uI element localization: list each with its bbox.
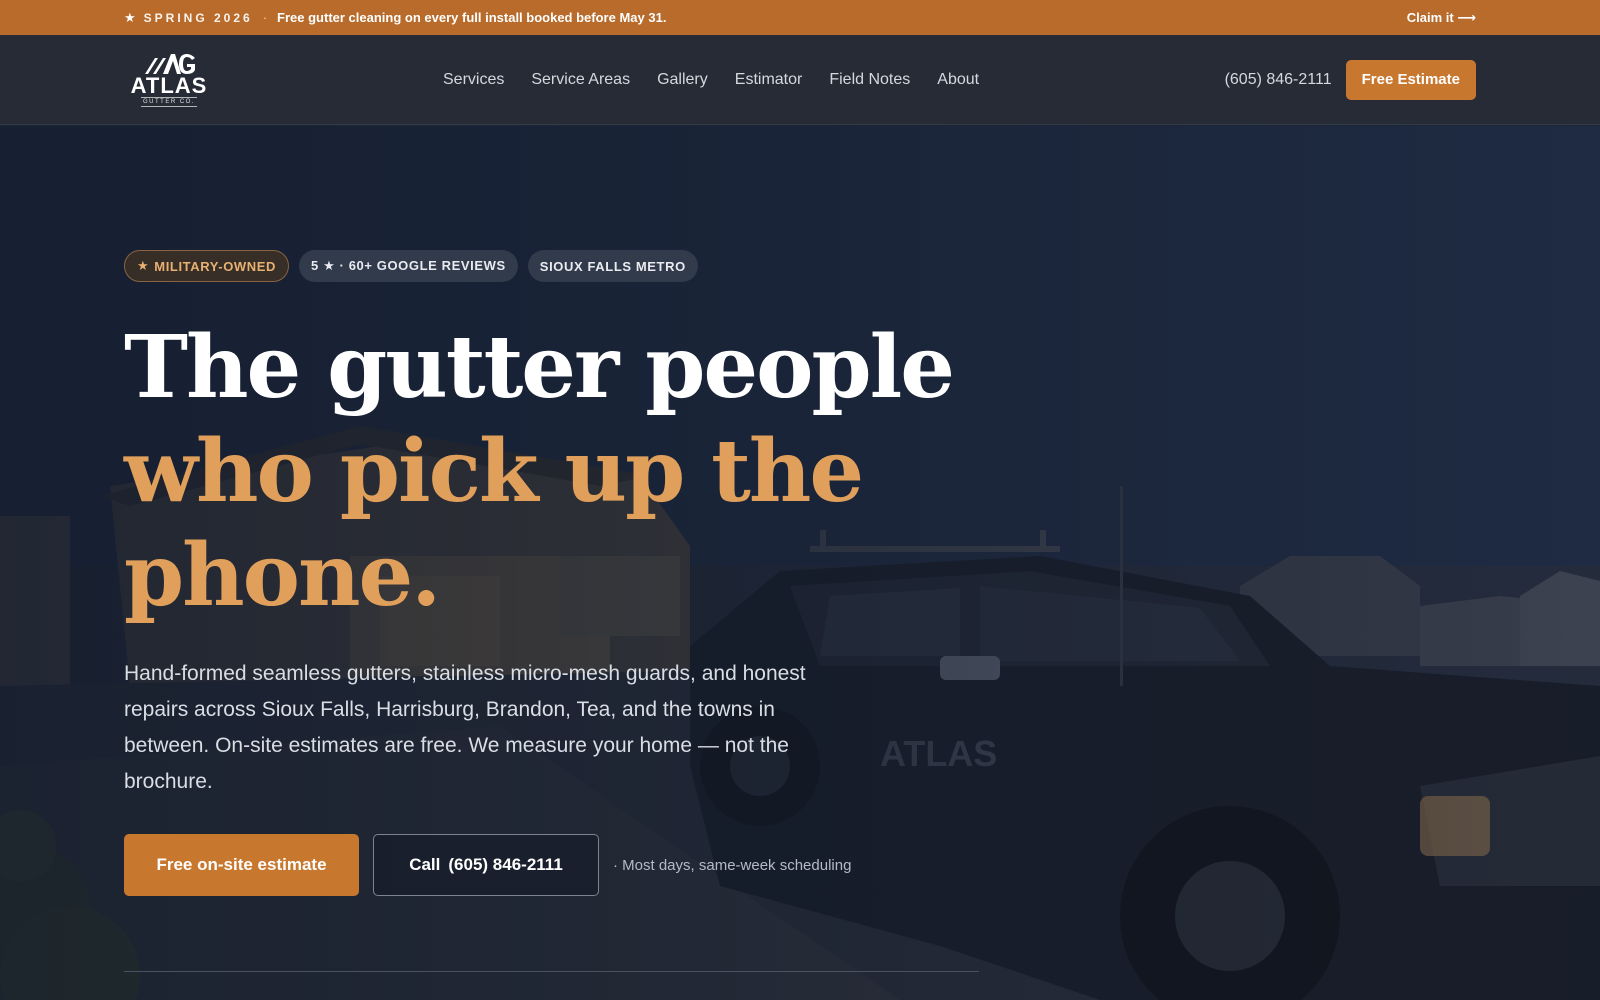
call-number: (605) 846-2111 <box>448 855 563 874</box>
call-button[interactable]: Call (605) 846-2111 <box>373 834 599 896</box>
hero-section: ATLAS ★ MILITARY-OWNED 5 ★ · 60+ GOOGLE … <box>0 126 1600 1000</box>
scheduling-note: · Most days, same-week scheduling <box>613 856 852 874</box>
logo-wordmark: ATLAS <box>130 72 208 98</box>
hero-divider <box>124 971 979 972</box>
free-onsite-estimate-button[interactable]: Free on-site estimate <box>124 834 359 896</box>
star-icon: ★ <box>137 258 150 273</box>
promo-message: Free gutter cleaning on every full insta… <box>277 10 667 25</box>
headline-line-2: who pick up the <box>124 421 864 522</box>
badge-military-label: MILITARY-OWNED <box>154 258 277 274</box>
logo-subtitle: GUTTER CO. <box>141 96 197 107</box>
hero-description: Hand-formed seamless gutters, stainless … <box>124 662 806 793</box>
star-icon: ★ <box>124 9 136 25</box>
logo-mark-icon <box>145 53 195 74</box>
site-header: ATLAS GUTTER CO. Services Service Areas … <box>0 35 1600 125</box>
military-owned-badge: ★ MILITARY-OWNED <box>124 250 290 282</box>
headline-line-1: The gutter people <box>124 317 955 418</box>
promo-season: SPRING 2026 <box>143 10 253 25</box>
main-nav: Services Service Areas Gallery Estimator… <box>443 35 979 125</box>
site-logo[interactable]: ATLAS GUTTER CO. <box>124 52 214 108</box>
headline-line-3: phone. <box>124 525 441 626</box>
promo-separator: · <box>262 10 268 25</box>
nav-services[interactable]: Services <box>443 71 504 89</box>
nav-gallery[interactable]: Gallery <box>657 71 708 89</box>
nav-service-areas[interactable]: Service Areas <box>531 71 630 89</box>
hero-badges: ★ MILITARY-OWNED 5 ★ · 60+ GOOGLE REVIEW… <box>124 250 698 282</box>
call-label: Call <box>409 855 441 874</box>
claim-label: Claim it <box>1406 9 1454 25</box>
nav-field-notes[interactable]: Field Notes <box>829 71 910 89</box>
promo-bar: ★ SPRING 2026 · Free gutter cleaning on … <box>0 0 1600 35</box>
hero-actions: Free on-site estimate Call (605) 846-211… <box>124 834 851 896</box>
claim-link[interactable]: Claim it ⟶ <box>1407 10 1476 26</box>
nav-about[interactable]: About <box>937 71 979 89</box>
service-area-badge: SIOUX FALLS METRO <box>527 250 698 282</box>
reviews-badge: 5 ★ · 60+ GOOGLE REVIEWS <box>299 250 518 282</box>
hero-headline: The gutter people who pick up the phone. <box>124 316 955 628</box>
nav-estimator[interactable]: Estimator <box>735 71 803 89</box>
header-phone-link[interactable]: (605) 846-2111 <box>1225 71 1332 89</box>
free-estimate-button[interactable]: Free Estimate <box>1345 59 1476 100</box>
arrow-right-icon: ⟶ <box>1457 9 1476 25</box>
